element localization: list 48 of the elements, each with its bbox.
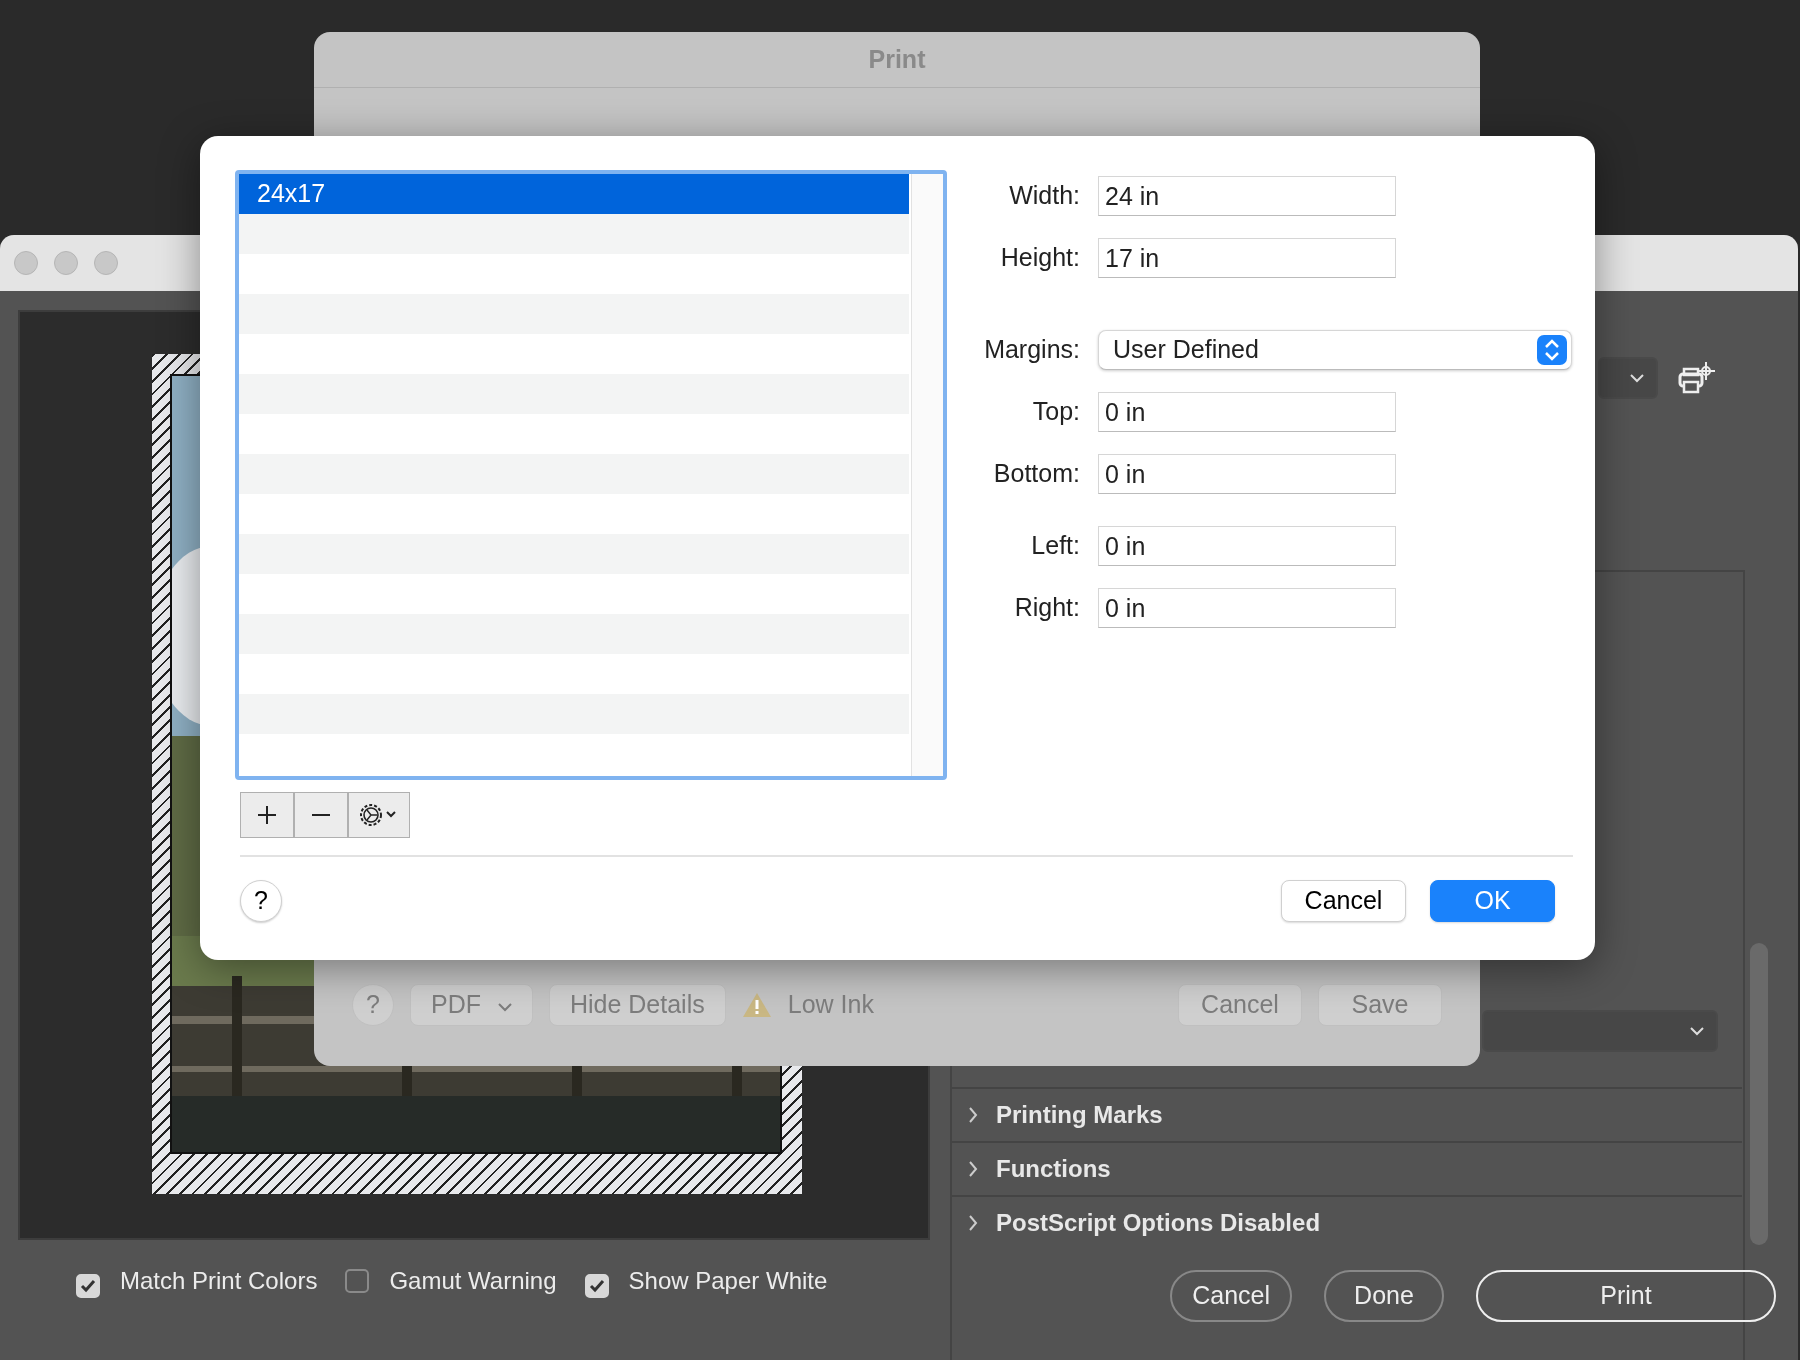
settings-button[interactable] — [348, 792, 410, 838]
warning-text: Low Ink — [787, 989, 874, 1021]
checkbox-label: Match Print Colors — [120, 1267, 318, 1294]
input-field[interactable]: 0 in — [1098, 526, 1396, 566]
dialog-button[interactable]: Cancel — [1170, 1270, 1292, 1322]
margins-select[interactable]: User Defined — [1098, 330, 1572, 370]
chevron-down-icon — [1690, 1026, 1704, 1036]
chevron-right-icon — [968, 1160, 978, 1178]
field-label: Height: — [999, 242, 1080, 274]
section-header[interactable]: PostScript Options Disabled — [952, 1195, 1742, 1249]
checkmark-icon — [80, 1279, 96, 1293]
add-button[interactable] — [240, 792, 294, 838]
input-field[interactable]: 0 in — [1098, 588, 1396, 628]
cancel-button[interactable]: Cancel — [1281, 880, 1406, 922]
stepper-icon — [1537, 335, 1567, 365]
window-control-icon[interactable] — [94, 251, 118, 275]
plus-icon — [257, 805, 277, 825]
print-button[interactable]: Print — [1476, 1270, 1776, 1322]
chevron-right-icon — [968, 1214, 978, 1232]
window-control-icon[interactable] — [14, 251, 38, 275]
field-label: Margins: — [983, 334, 1080, 366]
minus-icon — [311, 814, 331, 816]
checkbox[interactable] — [345, 1269, 370, 1293]
input-field[interactable]: 0 in — [1098, 392, 1396, 432]
chevron-right-icon — [968, 1106, 978, 1124]
warning-icon — [741, 992, 772, 1018]
section-header[interactable]: Printing Marks — [952, 1087, 1742, 1141]
section-header[interactable]: Functions — [952, 1141, 1742, 1195]
input-field[interactable]: 24 in — [1098, 176, 1396, 216]
checkbox-label: Gamut Warning — [389, 1267, 557, 1294]
checkmark-icon — [588, 1279, 605, 1293]
field-label: Width: — [1008, 180, 1080, 212]
dialog-button[interactable]: Done — [1324, 1270, 1444, 1322]
dropdown[interactable] — [1598, 357, 1658, 399]
input-field[interactable]: 17 in — [1098, 238, 1396, 278]
chevron-down-icon — [497, 1001, 512, 1012]
help-button[interactable]: ? — [240, 880, 282, 922]
list-item[interactable]: 24x17 — [239, 174, 909, 214]
input-field[interactable]: 0 in — [1098, 454, 1396, 494]
field-label: Bottom: — [992, 458, 1080, 490]
field-label: Top: — [1031, 396, 1080, 428]
window-title: Print — [868, 43, 926, 75]
window-control-icon[interactable] — [54, 251, 78, 275]
checkbox-label: Show Paper White — [628, 1267, 828, 1294]
ok-button[interactable]: OK — [1430, 880, 1555, 922]
chevron-down-icon — [1630, 373, 1644, 383]
field-label: Left: — [1030, 530, 1080, 562]
field-label: Right: — [1013, 592, 1080, 624]
